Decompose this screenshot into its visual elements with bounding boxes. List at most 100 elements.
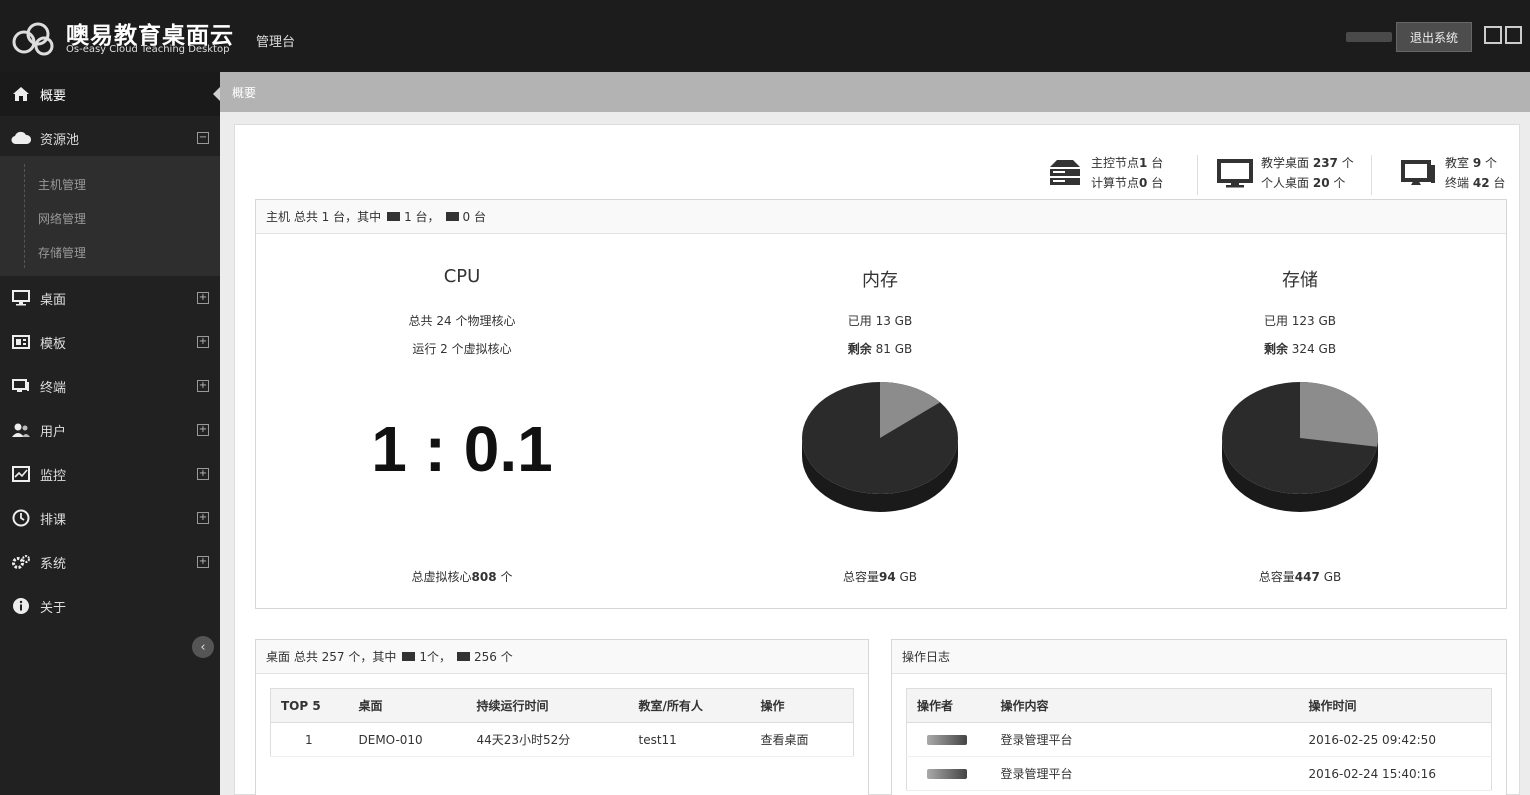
top-desktops-table: TOP 5 桌面 持续运行时间 教室/所有人 操作 1 DEMO-010 44天… (270, 688, 854, 757)
storage-total: 总容量447 GB (1150, 568, 1450, 585)
storage-pie (1222, 382, 1378, 512)
expand-icon[interactable]: + (197, 424, 209, 436)
storage-footer-value: 447 (1294, 570, 1320, 584)
gears-icon (10, 552, 32, 572)
logout-button[interactable]: 退出系统 (1396, 22, 1472, 52)
cpu-ratio: 1 : 0.1 (371, 413, 553, 485)
table-row: 登录管理平台 2016-02-24 15:40:16 (906, 756, 1492, 791)
stat-desktops: 教学桌面 237 个 个人桌面 20 个 (1217, 149, 1354, 197)
expand-icon[interactable]: + (197, 468, 209, 480)
dashboard-content: 主控节点1 台 计算节点0 台 教学桌面 237 个 个人桌面 20 个 教室 … (234, 124, 1520, 795)
stat-label: 教学桌面 (1261, 156, 1310, 170)
stat-unit: 个 (1485, 156, 1498, 170)
storage-pie-used-slice (1300, 382, 1378, 447)
chevron-left-icon: ‹ (200, 639, 206, 655)
stat-label: 计算节点 (1091, 176, 1140, 190)
sidebar-item-label: 资源池 (40, 132, 80, 148)
submenu-item-network[interactable]: 网络管理 (38, 210, 86, 227)
stat-value: 237 (1312, 156, 1338, 170)
stat-value: 9 (1472, 156, 1482, 170)
content-cell: 登录管理平台 (990, 722, 1299, 757)
desktop-panel-header: 桌面 总共 257 个，其中 1个， 256 个 (256, 640, 868, 674)
layout-toggle-icon[interactable] (1484, 26, 1522, 44)
sidebar-item-label: 监控 (40, 468, 67, 484)
expand-icon[interactable]: + (197, 292, 209, 304)
sidebar-item-template[interactable]: 模板 + (0, 320, 220, 364)
memory-free: 剩余 81 GB (730, 340, 1030, 357)
breadcrumb: 概要 (220, 72, 1530, 112)
sidebar-item-system[interactable]: 系统 + (0, 540, 220, 584)
column-header: 教室/所有人 (628, 688, 751, 723)
sidebar: 概要 资源池 − 主机管理 网络管理 存储管理 桌面 + 模板 + 终端 + 用… (0, 72, 220, 795)
monitor-icon (445, 212, 459, 221)
sidebar-item-overview[interactable]: 概要 (0, 72, 220, 116)
cloud-icon (10, 128, 32, 148)
expand-icon[interactable]: + (197, 380, 209, 392)
submenu-item-host[interactable]: 主机管理 (38, 176, 86, 193)
memory-free-label: 剩余 (847, 342, 872, 356)
column-header: 持续运行时间 (466, 688, 629, 723)
stat-nodes: 主控节点1 台 计算节点0 台 (1047, 149, 1163, 197)
sidebar-item-about[interactable]: 关于 (0, 584, 220, 628)
stat-label: 教室 (1445, 156, 1470, 170)
host-panel-header: 主机 总共 1 台，其中 1 台， 0 台 (256, 200, 1506, 234)
table-header-row: 操作者 操作内容 操作时间 (906, 688, 1492, 723)
sidebar-item-schedule[interactable]: 排课 + (0, 496, 220, 540)
sidebar-item-desktop[interactable]: 桌面 + (0, 276, 220, 320)
owner-cell: test11 (628, 722, 751, 757)
sidebar-collapse-button[interactable]: ‹ (192, 636, 214, 658)
cpu-physical-cores: 总共 24 个物理核心 (408, 314, 516, 328)
admin-label: 管理台 (256, 35, 296, 50)
collapse-icon[interactable]: − (197, 132, 209, 144)
storage-used: 已用 123 GB (1263, 314, 1337, 328)
log-panel-title: 操作日志 (902, 650, 951, 664)
storage-footer-label: 总容量 (1258, 570, 1295, 584)
sidebar-item-users[interactable]: 用户 + (0, 408, 220, 452)
storage-title: 存储 (1282, 270, 1318, 291)
sidebar-item-label: 系统 (40, 556, 67, 572)
sidebar-item-terminal[interactable]: 终端 + (0, 364, 220, 408)
monitor-icon (387, 212, 401, 221)
uptime-cell: 44天23小时52分 (466, 722, 629, 757)
stat-value: 20 (1312, 176, 1330, 190)
sidebar-item-label: 终端 (40, 380, 67, 396)
sidebar-item-label: 关于 (40, 600, 67, 616)
desktop-cell: DEMO-010 (348, 722, 467, 757)
info-icon (10, 596, 32, 616)
stat-unit: 个 (1341, 156, 1354, 170)
memory-title: 内存 (862, 270, 898, 291)
terminal-icon (1401, 160, 1435, 185)
memory-footer-value: 94 (878, 570, 896, 584)
host-panel: 主机 总共 1 台，其中 1 台， 0 台 CPU 总共 24 个物理核心 运行… (255, 199, 1507, 609)
server-icon (1050, 160, 1080, 185)
storage-free-value: 324 GB (1291, 342, 1337, 356)
storage-footer-unit: GB (1323, 570, 1342, 584)
stat-label: 主控节点 (1091, 156, 1140, 170)
log-panel-header: 操作日志 (892, 640, 1506, 674)
submenu-item-storage[interactable]: 存储管理 (38, 244, 86, 261)
sidebar-item-label: 排课 (40, 512, 67, 528)
sidebar-item-monitor[interactable]: 监控 + (0, 452, 220, 496)
chart-icon (10, 464, 32, 484)
monitor-icon (402, 652, 416, 661)
users-icon (10, 420, 32, 440)
expand-icon[interactable]: + (197, 336, 209, 348)
user-name-chip[interactable] (1346, 32, 1392, 42)
column-header: 操作 (750, 688, 854, 723)
sidebar-item-resource-pool[interactable]: 资源池 − (0, 116, 220, 160)
stat-unit: 台 (1151, 156, 1164, 170)
cloud-logo-icon (12, 22, 54, 56)
cpu-virtual-cores: 运行 2 个虚拟核心 (412, 342, 512, 356)
desktop-panel: 桌面 总共 257 个，其中 1个， 256 个 TOP 5 桌面 持续运行时间… (255, 639, 869, 795)
stat-unit: 个 (1333, 176, 1346, 190)
host-summary: 主机 总共 1 台，其中 (266, 210, 382, 224)
resource-submenu: 主机管理 网络管理 存储管理 (0, 156, 220, 276)
view-desktop-link[interactable]: 查看桌面 (750, 722, 854, 757)
column-header: 桌面 (348, 688, 467, 723)
column-header: 操作时间 (1298, 688, 1492, 723)
table-row: 1 DEMO-010 44天23小时52分 test11 查看桌面 (270, 722, 854, 757)
expand-icon[interactable]: + (197, 512, 209, 524)
stat-label: 个人桌面 (1261, 176, 1310, 190)
expand-icon[interactable]: + (197, 556, 209, 568)
top-bar: 噢易教育桌面云 Os-easy Cloud Teaching Desktop 管… (0, 0, 1530, 72)
